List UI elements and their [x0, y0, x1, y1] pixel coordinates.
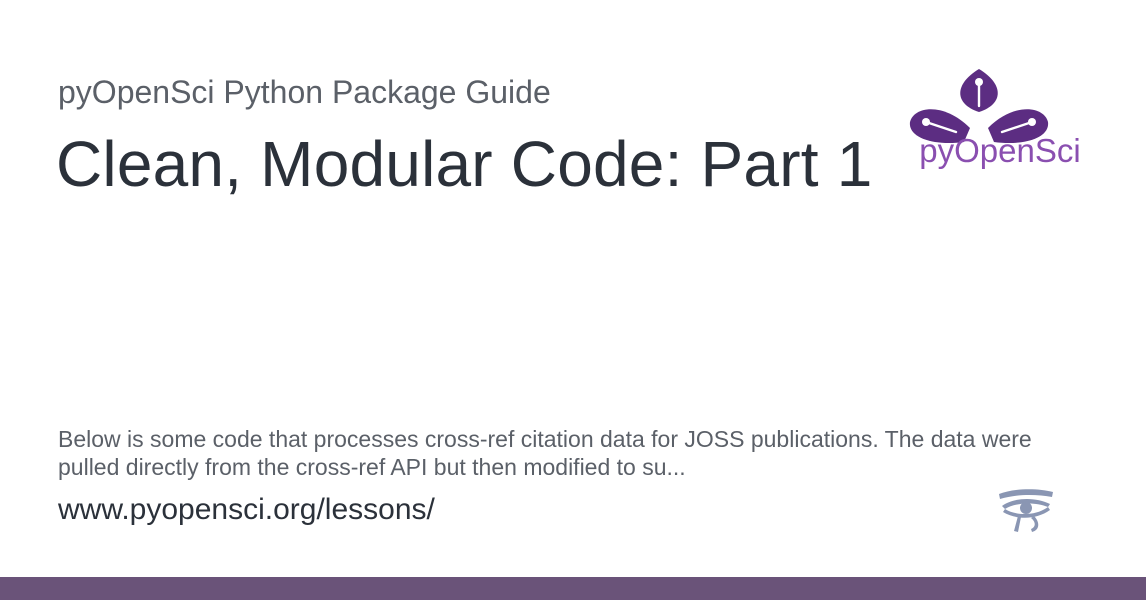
pyopensci-logo: pyOpenSci	[909, 69, 1081, 169]
social-card: pyOpenSci Python Package Guide Clean, Mo…	[0, 0, 1146, 600]
logo-wordmark: pyOpenSci	[919, 132, 1080, 169]
page-title: Clean, Modular Code: Part 1	[56, 128, 873, 200]
page-description: Below is some code that processes cross-…	[58, 426, 1032, 480]
site-name: pyOpenSci Python Package Guide	[58, 74, 551, 110]
bottom-accent-bar	[0, 577, 1146, 600]
eye-of-horus-icon	[999, 489, 1053, 532]
page-url[interactable]: www.pyopensci.org/lessons/	[58, 490, 435, 530]
